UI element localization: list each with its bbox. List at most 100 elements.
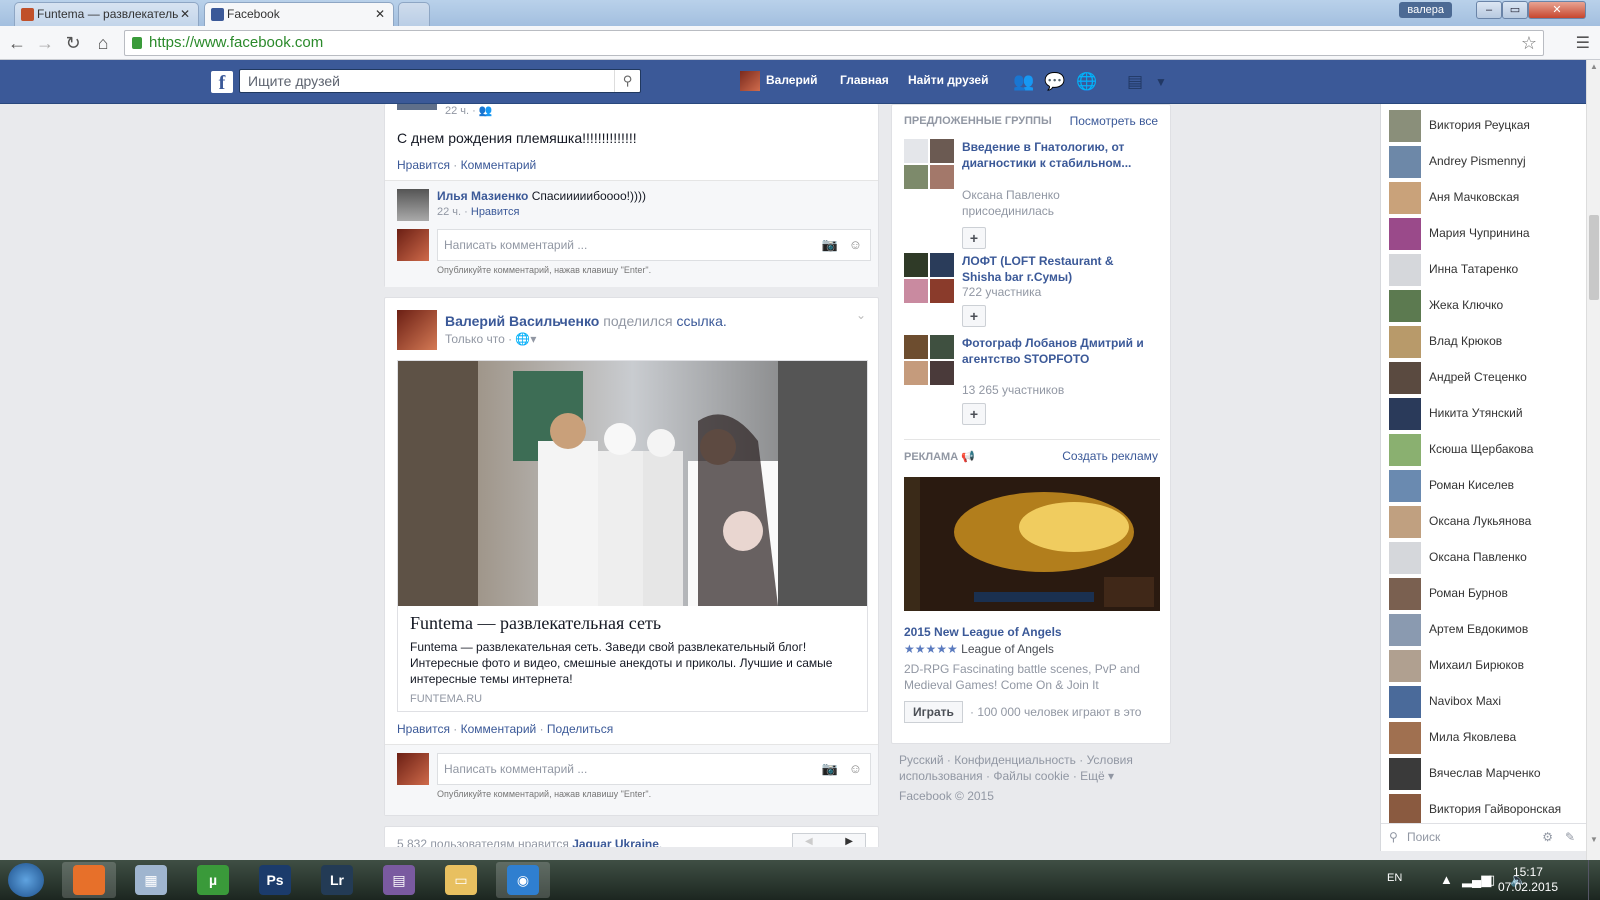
chat-contact[interactable]: Мила Яковлева [1389,722,1579,754]
footer-link[interactable]: Русский [899,753,944,767]
group-name[interactable]: Введение в Гнатологию, от диагностики к … [962,139,1152,171]
author-avatar[interactable] [397,310,437,350]
chat-contact[interactable]: Артем Евдокимов [1389,614,1579,646]
camera-icon[interactable]: 📷 [822,230,838,260]
chat-contact[interactable]: Роман Киселев [1389,470,1579,502]
chat-settings-gear-icon[interactable]: ⚙ [1542,824,1553,850]
shared-link[interactable]: ссылка. [676,313,726,329]
footer-link[interactable]: Конфиденциальность [954,753,1076,767]
join-group-button[interactable]: + [962,403,986,425]
link-preview[interactable]: Funtema — развлекательная сеть Funtema —… [397,360,868,712]
profile-link[interactable]: Валерий [766,73,818,87]
chat-contact[interactable]: Оксана Павленко [1389,542,1579,574]
chat-contact[interactable]: Михаил Бирюков [1389,650,1579,682]
browser-user-badge[interactable]: валера [1399,2,1452,18]
author-name[interactable]: Валерий Васильченко [445,313,599,329]
page-link[interactable]: Jaguar Ukraine [572,837,659,847]
chat-contact[interactable]: Никита Утянский [1389,398,1579,430]
chat-contact[interactable]: Andrey Pismennyj [1389,146,1579,178]
find-friends-link[interactable]: Найти друзей [908,73,988,87]
public-audience-icon[interactable]: 🌐▾ [515,332,536,346]
chat-contact[interactable]: Ксюша Щербакова [1389,434,1579,466]
system-clock[interactable]: 15:17 07.02.2015 [1498,865,1558,895]
ad-title[interactable]: 2015 New League of Angels [904,625,1062,639]
taskbar-app-lr[interactable]: Lr [310,862,364,898]
comment-button[interactable]: Комментарий [461,722,537,736]
friend-requests-icon[interactable]: 👥 [1013,72,1035,92]
search-icon[interactable]: ⚲ [614,70,640,92]
scroll-down-arrow-icon[interactable]: ▼ [1590,835,1598,844]
camera-icon[interactable]: 📷 [822,754,838,784]
tab-funtema[interactable]: Funtema — развлекатель ✕ [14,2,199,26]
chat-contact[interactable]: Жека Ключко [1389,290,1579,322]
chat-search-input[interactable]: ⚲ Поиск ⚙ ✎ [1381,823,1587,851]
scroll-up-arrow-icon[interactable]: ▲ [1590,62,1598,71]
ad-image[interactable] [904,477,1160,611]
bookmark-star-icon[interactable]: ☆ [1521,31,1537,55]
close-window-icon[interactable]: ✕ [1528,1,1586,19]
chat-contact[interactable]: Роман Бурнов [1389,578,1579,610]
join-group-button[interactable]: + [962,227,986,249]
taskbar-app-explorer[interactable]: ▭ [434,862,488,898]
home-icon[interactable]: ⌂ [92,32,114,54]
close-tab-icon[interactable]: ✕ [180,3,190,25]
taskbar-app-firefox[interactable] [62,862,116,898]
messages-icon[interactable]: 💬 [1044,72,1066,92]
taskbar-app-calculator[interactable]: ▦ [124,862,178,898]
chat-contact[interactable]: Инна Татаренко [1389,254,1579,286]
emoji-icon[interactable]: ☺ [849,230,862,260]
taskbar-app-winrar[interactable]: ▤ [372,862,426,898]
search-input[interactable]: Ищите друзей ⚲ [239,69,641,93]
chat-contact[interactable]: Оксана Лукьянова [1389,506,1579,538]
play-button[interactable]: Играть [904,701,963,723]
show-hidden-icons-icon[interactable]: ▲ [1440,872,1453,887]
emoji-icon[interactable]: ☺ [849,754,862,784]
device-icon[interactable]: ▯ [1488,872,1495,888]
comment-input[interactable]: Написать комментарий ... 📷 ☺ [437,229,871,261]
facebook-logo-icon[interactable]: f [211,71,233,94]
share-button[interactable]: Поделиться [547,722,613,736]
chat-contact[interactable]: Аня Мачковская [1389,182,1579,214]
like-button[interactable]: Нравится [397,722,450,736]
forward-icon[interactable]: → [34,32,56,54]
chat-contact[interactable]: Влад Крюков [1389,326,1579,358]
prev-arrow-icon[interactable]: ◀ [805,836,813,847]
home-link[interactable]: Главная [840,73,889,87]
commenter-avatar[interactable] [397,189,429,221]
chat-contact[interactable]: Мария Чупринина [1389,218,1579,250]
new-message-icon[interactable]: ✎ [1565,824,1575,850]
url-input[interactable]: https://www.facebook.com ☆ [124,30,1544,56]
post-time[interactable]: 22 ч. · 👥 [445,104,493,117]
taskbar-app-chrome[interactable]: ◉ [496,862,550,898]
join-group-button[interactable]: + [962,305,986,327]
keyboard-language[interactable]: EN [1387,872,1402,884]
like-button[interactable]: Нравится [397,158,450,172]
reload-icon[interactable]: ↻ [62,32,84,54]
chat-contact[interactable]: Виктория Гайворонская [1389,794,1579,826]
my-avatar[interactable] [397,753,429,785]
comment-like-button[interactable]: Нравится [471,206,520,218]
taskbar-app-utorrent[interactable]: µ [186,862,240,898]
chat-contact[interactable]: Виктория Реуцкая [1389,110,1579,142]
group-name[interactable]: ЛОФТ (LOFT Restaurant & Shisha bar г.Сум… [962,253,1152,285]
show-desktop-button[interactable] [1588,860,1600,900]
create-ad-link[interactable]: Создать рекламу [1062,449,1158,463]
new-tab-button[interactable] [398,2,430,26]
maximize-icon[interactable]: ▭ [1502,1,1528,19]
privacy-shortcuts-icon[interactable]: ▤ [1124,72,1146,92]
next-arrow-icon[interactable]: ▶ [845,836,853,847]
chat-contact[interactable]: Андрей Стеценко [1389,362,1579,394]
comment-author[interactable]: Илья Мазиенко [437,189,528,203]
notifications-icon[interactable]: 🌐 [1076,72,1098,92]
back-icon[interactable]: ← [6,32,28,54]
page-scrollbar[interactable]: ▲ ▼ [1586,60,1600,860]
group-name[interactable]: Фотограф Лобанов Дмитрий и агентство STO… [962,335,1152,367]
tab-facebook[interactable]: Facebook ✕ [204,2,394,26]
taskbar-app-ps[interactable]: Ps [248,862,302,898]
network-signal-icon[interactable]: ▂▄▆ [1462,872,1491,888]
chat-contact[interactable]: Вячеслав Марченко [1389,758,1579,790]
minimize-icon[interactable]: – [1476,1,1502,19]
user-avatar[interactable] [740,71,760,91]
author-avatar[interactable] [397,104,437,110]
post-options-chevron-icon[interactable]: ⌄ [856,308,866,322]
